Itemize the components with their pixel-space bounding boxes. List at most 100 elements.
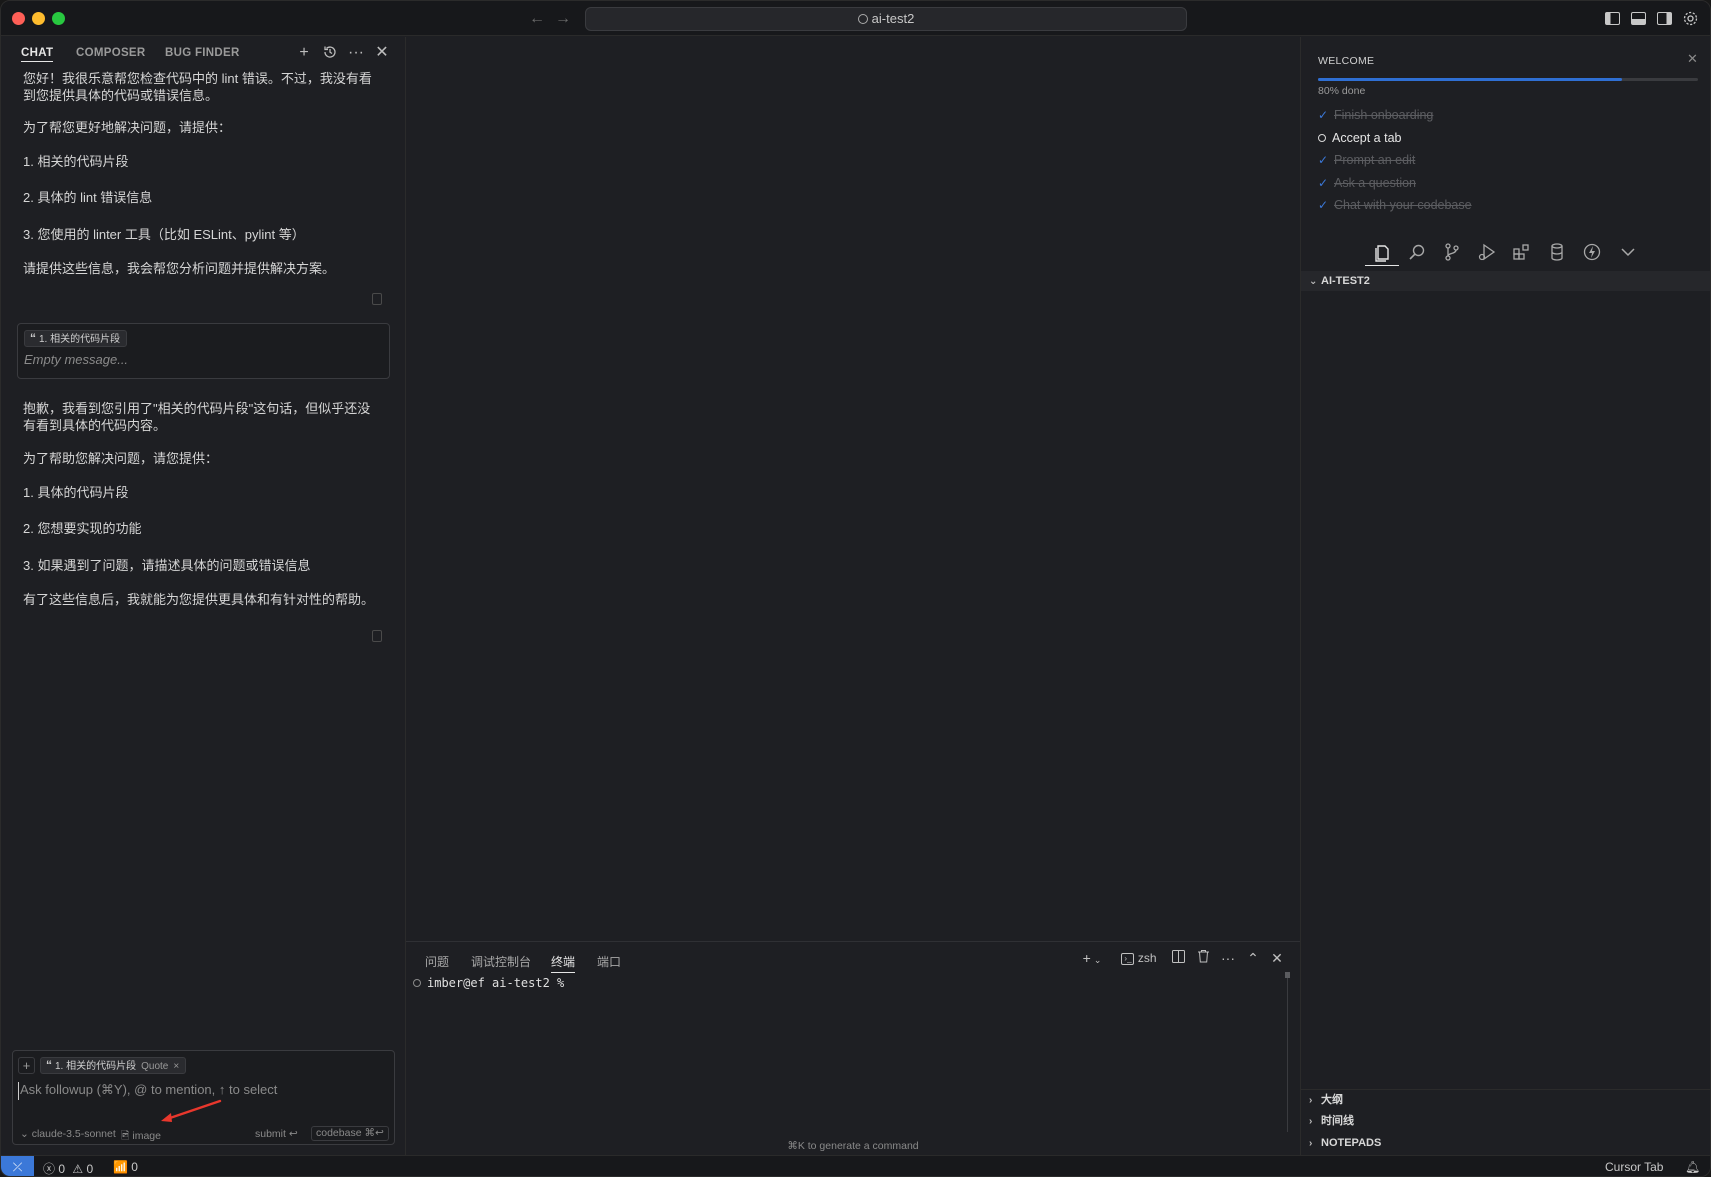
list-item: 2. 您想要实现的功能 (23, 521, 142, 536)
toggle-panel-icon[interactable] (1630, 10, 1647, 27)
list-item: 3. 您使用的 linter 工具（比如 ESLint、pylint 等） (23, 227, 305, 242)
codebase-button[interactable]: codebase ⌘↩ (311, 1126, 389, 1141)
close-icon[interactable]: ✕ (373, 44, 391, 62)
checkmark-icon: ✓ (1318, 108, 1329, 122)
close-window-button[interactable] (12, 12, 25, 25)
chevron-down-icon[interactable] (1617, 241, 1639, 263)
tab-chat[interactable]: CHAT (21, 47, 54, 62)
history-icon[interactable] (321, 44, 339, 62)
assistant-reply-intro: 您好！我很乐意帮您检查代码中的 lint 错误。不过，我没有看到您提供具体的代码… (23, 71, 372, 103)
section-notepads[interactable]: › NOTEPADS (1301, 1133, 1710, 1153)
chevron-right-icon: › (1309, 1095, 1313, 1106)
database-icon[interactable] (1546, 241, 1568, 263)
close-icon[interactable]: ✕ (1687, 51, 1698, 67)
more-icon[interactable]: ··· (1219, 949, 1237, 967)
more-icon[interactable]: ··· (347, 44, 365, 62)
codebase-label: codebase ⌘↩ (311, 1126, 389, 1141)
submit-button[interactable]: submit ↩ (255, 1128, 298, 1140)
trash-icon[interactable] (1194, 949, 1212, 967)
broadcast-icon: 📶 (113, 1160, 128, 1174)
explorer-project-header[interactable]: ⌄ AI-TEST2 (1301, 271, 1710, 291)
quote-chip-label: 1. 相关的代码片段 (39, 334, 121, 345)
onboarding-progress-bar (1318, 78, 1698, 81)
minimize-window-button[interactable] (32, 12, 45, 25)
error-icon: ⓧ (43, 1162, 56, 1176)
tab-ports[interactable]: 端口 (597, 953, 621, 970)
toggle-secondary-sidebar-icon[interactable] (1656, 10, 1673, 27)
onboarding-task[interactable]: ✓ Chat with your codebase (1318, 196, 1472, 214)
extensions-icon[interactable] (1511, 241, 1533, 263)
chat-tab-bar: CHAT COMPOSER BUG FINDER + ··· ✕ (1, 37, 406, 71)
terminal-scrollbar-thumb[interactable] (1285, 972, 1290, 978)
section-outline[interactable]: › 大纲 (1301, 1089, 1710, 1109)
ports-status[interactable]: 📶 0 (113, 1160, 138, 1174)
quote-chip: “1. 相关的代码片段 Quote × (40, 1057, 187, 1074)
onboarding-task[interactable]: ✓ Prompt an edit (1318, 151, 1415, 169)
user-message[interactable]: “1. 相关的代码片段 Empty message... (17, 323, 390, 379)
checkmark-icon: ✓ (1318, 198, 1329, 212)
app-window: ← → ai-test2 CHAT COMPOSER BUG FINDER + … (0, 0, 1711, 1177)
prompt-status-icon (413, 979, 421, 987)
image-label: image (132, 1130, 161, 1142)
chat-composer[interactable]: + “1. 相关的代码片段 Quote × Ask followup (⌘Y), @… (12, 1050, 395, 1145)
warning-count: 0 (86, 1162, 94, 1176)
remove-chip-icon[interactable]: × (173, 1061, 179, 1072)
circle-icon (1318, 133, 1326, 142)
new-terminal-icon[interactable]: + ⌄ (1078, 949, 1106, 967)
section-timeline[interactable]: › 时间线 (1301, 1111, 1710, 1131)
terminal-icon: ›_ (1121, 952, 1135, 965)
command-center-search[interactable]: ai-test2 (585, 7, 1187, 31)
split-terminal-icon[interactable] (1169, 949, 1187, 967)
terminal-shell-selector[interactable]: ›_ zsh (1117, 949, 1161, 967)
source-control-icon[interactable] (1441, 241, 1463, 263)
maximize-panel-icon[interactable]: ⌃ (1244, 949, 1262, 967)
run-debug-icon[interactable] (1476, 241, 1498, 263)
onboarding-task-label: Finish onboarding (1334, 108, 1434, 122)
toggle-primary-sidebar-icon[interactable] (1604, 10, 1621, 27)
onboarding-task[interactable]: ✓ Finish onboarding (1318, 106, 1433, 124)
port-count: 0 (131, 1160, 138, 1174)
tab-terminal[interactable]: 终端 (551, 953, 576, 973)
image-button[interactable]: 🖻 image (121, 1128, 161, 1146)
copy-icon[interactable] (372, 630, 382, 642)
gear-icon[interactable] (1682, 10, 1699, 27)
files-icon[interactable] (1371, 241, 1393, 263)
editor-area[interactable] (406, 37, 1300, 941)
add-context-button[interactable]: + (18, 1057, 35, 1074)
title-bar: ← → ai-test2 (1, 1, 1710, 36)
onboarding-task[interactable]: ✓ Ask a question (1318, 174, 1416, 192)
terminal-output[interactable]: imber@ef ai-test2 % (413, 976, 564, 990)
tab-debug-console[interactable]: 调试控制台 (471, 953, 531, 970)
welcome-title: WELCOME (1318, 55, 1375, 67)
checkmark-icon: ✓ (1318, 153, 1329, 167)
warning-icon: ⚠ (72, 1162, 84, 1176)
section-label: 时间线 (1321, 1115, 1354, 1127)
close-panel-icon[interactable]: ✕ (1268, 949, 1286, 967)
search-icon[interactable] (1406, 241, 1428, 263)
copy-icon[interactable] (372, 293, 382, 305)
arrow-left-icon[interactable]: ← (527, 9, 547, 29)
tab-bug-finder[interactable]: BUG FINDER (165, 47, 240, 59)
maximize-window-button[interactable] (52, 12, 65, 25)
quote-chip-suffix: Quote (141, 1061, 169, 1072)
assistant-reply-intro: 抱歉，我看到您引用了"相关的代码片段"这句话，但似乎还没有看到具体的代码内容。 (23, 401, 371, 433)
bottom-panel: 问题 调试控制台 终端 端口 + ⌄ ›_ zsh ··· ⌃ ✕ imber@e… (406, 941, 1300, 1155)
lightning-icon[interactable] (1581, 241, 1603, 263)
bell-icon[interactable]: 🔔︎ (1685, 1160, 1700, 1174)
terminal-scrollbar[interactable] (1287, 972, 1288, 1132)
tab-composer[interactable]: COMPOSER (76, 47, 146, 59)
remote-indicator-icon[interactable]: ⤫ (1, 1156, 34, 1176)
tab-problems[interactable]: 问题 (425, 953, 449, 970)
quote-chip: “1. 相关的代码片段 (24, 330, 128, 347)
new-chat-icon[interactable]: + (295, 44, 313, 62)
section-label: NOTEPADS (1321, 1137, 1382, 1149)
model-selector[interactable]: ⌄ claude-3.5-sonnet (20, 1128, 116, 1140)
problems-status[interactable]: ⓧ 0 ⚠ 0 (43, 1160, 94, 1176)
cursor-tab-status[interactable]: Cursor Tab (1605, 1160, 1663, 1174)
onboarding-task[interactable]: Accept a tab (1318, 129, 1402, 147)
error-count: 0 (58, 1162, 66, 1176)
arrow-right-icon[interactable]: → (553, 9, 573, 29)
list-item: 1. 相关的代码片段 (23, 154, 129, 169)
list-item: 3. 如果遇到了问题，请描述具体的问题或错误信息 (23, 558, 311, 573)
assistant-reply-ask: 为了帮助您解决问题，请您提供： (23, 451, 219, 466)
